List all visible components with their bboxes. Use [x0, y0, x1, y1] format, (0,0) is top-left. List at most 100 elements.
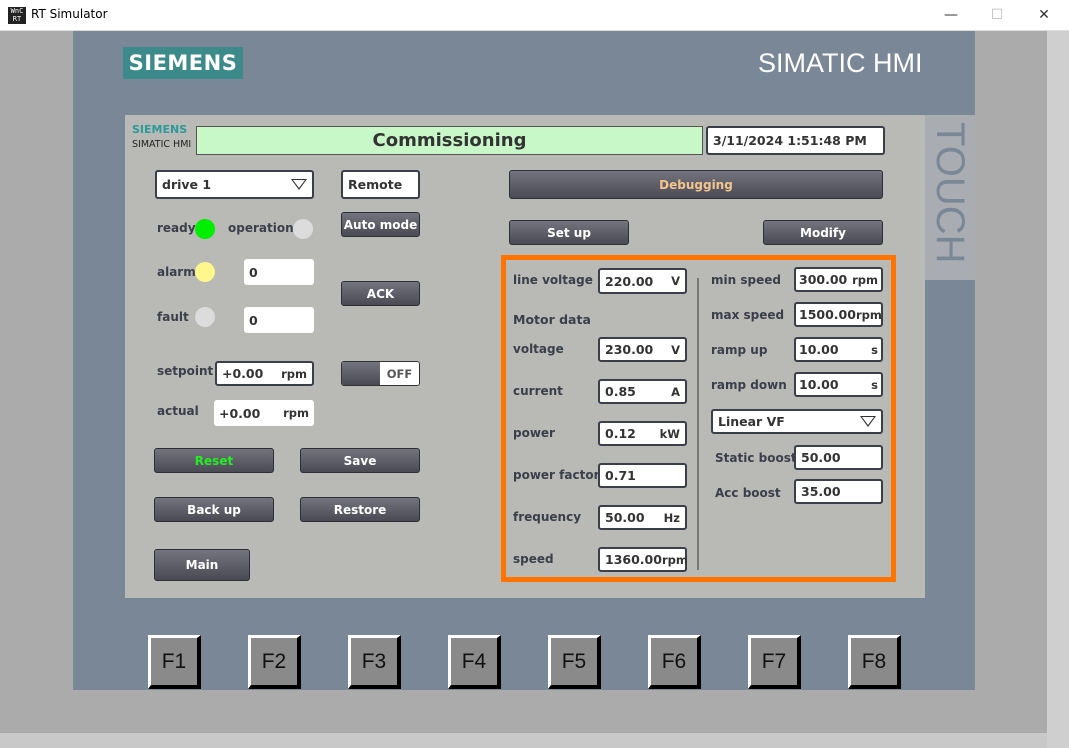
ready-indicator: [195, 219, 215, 239]
motor-param-input[interactable]: 0.12 kW: [598, 421, 687, 446]
function-key-f6[interactable]: F6: [648, 635, 701, 689]
setpoint-value: +0.00: [222, 366, 264, 381]
alarm-indicator: [195, 262, 215, 282]
motor-param-input[interactable]: 50.00 Hz: [598, 505, 687, 530]
actual-unit: rpm: [283, 406, 309, 420]
backup-button[interactable]: Back up: [154, 497, 274, 522]
window-title: RT Simulator: [31, 7, 108, 21]
drive-param-value: 10.00: [799, 377, 839, 392]
line-voltage-unit: V: [671, 274, 680, 288]
datetime-text: 3/11/2024 1:51:48 PM: [713, 133, 867, 148]
function-key-f3[interactable]: F3: [348, 635, 401, 689]
debugging-button[interactable]: Debugging: [509, 170, 883, 199]
siemens-logo: SIEMENS: [123, 47, 243, 79]
bottom-edge: [0, 733, 1047, 748]
motor-param-label: current: [513, 384, 563, 398]
motor-param-unit: A: [671, 384, 680, 399]
drive-select[interactable]: drive 1: [155, 170, 314, 199]
touch-label: TOUCH: [928, 122, 972, 264]
page-title: Commissioning: [196, 126, 703, 155]
motor-param-unit: rpm: [661, 552, 688, 567]
function-key-f1[interactable]: F1: [148, 635, 201, 689]
actual-value: +0.00: [219, 405, 261, 421]
save-button[interactable]: Save: [300, 448, 420, 473]
motor-data-heading: Motor data: [513, 312, 591, 327]
actual-display: +0.00 rpm: [214, 400, 314, 426]
on-off-toggle[interactable]: OFF: [341, 361, 420, 386]
drive-param-value: 300.00: [799, 272, 848, 287]
motor-param-input[interactable]: 1360.00 rpm: [598, 547, 688, 572]
motor-param-input[interactable]: 0.85 A: [598, 379, 687, 404]
alarm-label: alarm: [157, 265, 196, 279]
setpoint-unit: rpm: [281, 366, 307, 381]
motor-param-label: frequency: [513, 510, 582, 524]
drive-param-unit: s: [871, 377, 878, 392]
motor-param-input[interactable]: 0.71: [598, 463, 687, 488]
setpoint-label: setpoint: [157, 364, 214, 378]
fault-count-value: 0: [249, 312, 258, 328]
motor-param-label: voltage: [513, 342, 564, 356]
motor-param-input[interactable]: 230.00 V: [598, 337, 687, 362]
function-key-f4[interactable]: F4: [448, 635, 501, 689]
alarm-count-value: 0: [249, 264, 258, 280]
main-button[interactable]: Main: [154, 549, 250, 581]
screen-sub: SIMATIC HMI: [132, 139, 192, 150]
drive-param-input[interactable]: 300.00 rpm: [794, 267, 883, 292]
motor-param-label: speed: [513, 552, 554, 566]
datetime-display: 3/11/2024 1:51:48 PM: [706, 126, 885, 155]
setpoint-input[interactable]: +0.00 rpm: [215, 361, 314, 386]
drive-param-unit: rpm: [855, 307, 882, 322]
dropdown-arrow-icon: [291, 179, 307, 190]
wincc-app-icon: WnC RT: [8, 7, 26, 24]
drive-param-unit: s: [871, 342, 878, 357]
close-button[interactable]: ✕: [1021, 0, 1067, 31]
acc-boost-input[interactable]: 35.00: [794, 479, 883, 504]
drive-param-label: min speed: [711, 273, 781, 287]
motor-param-unit: kW: [659, 426, 680, 441]
acc-boost-label: Acc boost: [715, 486, 781, 500]
motor-param-value: 0.71: [605, 468, 636, 483]
scroll-edge: [1047, 31, 1069, 748]
fault-label: fault: [157, 310, 189, 324]
setup-button[interactable]: Set up: [509, 220, 629, 245]
drive-param-label: ramp down: [711, 378, 787, 392]
simatic-hmi-label: SIMATIC HMI: [758, 48, 923, 78]
actual-label: actual: [157, 404, 199, 418]
drive-param-label: ramp up: [711, 343, 768, 357]
modify-button[interactable]: Modify: [763, 220, 883, 245]
auto-mode-button[interactable]: Auto mode: [341, 212, 420, 237]
function-key-f2[interactable]: F2: [248, 635, 301, 689]
reset-button[interactable]: Reset: [154, 448, 274, 473]
drive-param-input[interactable]: 1500.00 rpm: [794, 302, 883, 327]
drive-param-value: 10.00: [799, 342, 839, 357]
control-mode-select[interactable]: Linear VF: [711, 409, 883, 434]
mode-text: Remote: [348, 177, 403, 192]
maximize-button[interactable]: ☐: [974, 0, 1020, 31]
operation-label: operation: [228, 221, 294, 235]
toggle-knob: [342, 362, 380, 385]
panel-divider: [697, 278, 699, 570]
restore-button[interactable]: Restore: [300, 497, 420, 522]
fault-count: 0: [244, 307, 314, 333]
static-boost-label: Static boost: [715, 451, 797, 465]
motor-param-unit: V: [671, 342, 680, 357]
minimize-button[interactable]: —: [928, 0, 974, 31]
static-boost-input[interactable]: 50.00: [794, 445, 883, 470]
drive-param-input[interactable]: 10.00 s: [794, 337, 883, 362]
function-key-f8[interactable]: F8: [848, 635, 901, 689]
ack-button[interactable]: ACK: [341, 281, 420, 306]
motor-param-value: 50.00: [605, 510, 645, 525]
mode-display: Remote: [341, 170, 420, 199]
drive-param-input[interactable]: 10.00 s: [794, 372, 883, 397]
line-voltage-input[interactable]: 220.00 V: [598, 268, 687, 294]
control-mode-value: Linear VF: [718, 414, 785, 429]
drive-param-unit: rpm: [852, 272, 878, 287]
screen-brand: SIEMENS: [132, 123, 188, 136]
function-key-f5[interactable]: F5: [548, 635, 601, 689]
line-voltage-label: line voltage: [513, 273, 593, 287]
window-titlebar: [0, 0, 1069, 31]
motor-param-value: 0.85: [605, 384, 636, 399]
motor-param-value: 230.00: [605, 342, 654, 357]
motor-param-label: power factor: [513, 468, 600, 482]
function-key-f7[interactable]: F7: [748, 635, 801, 689]
